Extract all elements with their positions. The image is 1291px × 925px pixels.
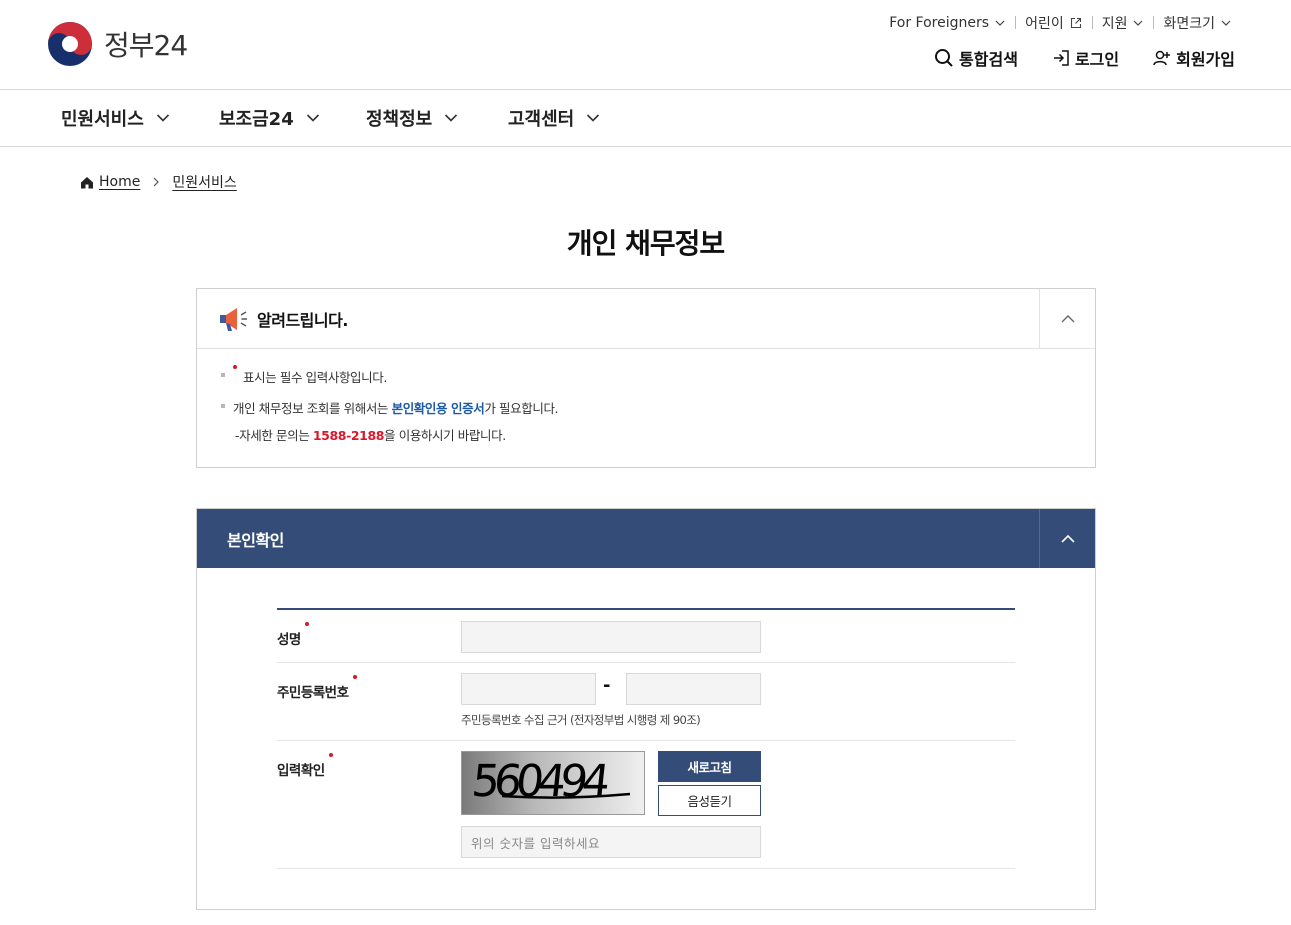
notice-text: 개인 채무정보 조회를 위해서는 [233,401,392,416]
rrn-label: 주민등록번호 [277,675,357,701]
megaphone-icon [220,307,247,331]
user-add-icon [1153,50,1171,66]
external-link-icon [1070,17,1081,29]
signup-button[interactable]: 회원가입 [1153,46,1235,70]
site-header: 정부24 For Foreigners 어린이 지원 화면크기 통합검색 로그인 [0,0,1291,90]
support-menu[interactable]: 지원 [1091,13,1154,33]
logo[interactable]: 정부24 [46,20,188,68]
notice-header: 알려드립니다. [197,289,1095,349]
search-icon [935,49,953,67]
nav-civil-services[interactable]: 민원서비스 [61,105,170,131]
chevron-down-icon [156,114,169,122]
name-row: 성명 [277,610,1015,663]
captcha-input[interactable]: 위의 숫자를 입력하세요 [461,826,761,858]
nav-label: 민원서비스 [61,109,144,130]
identity-collapse-button[interactable] [1039,509,1095,568]
rrn-legal-basis-hint: 주민등록번호 수집 근거 (전자정부법 시행령 제 90조) [461,713,701,727]
contact-phone: 1588-2188 [312,428,385,443]
captcha-row: 입력확인 560494 새로고침 음성듣기 위의 숫자를 입력하세요 [277,741,1015,869]
notice-line-certificate: 개인 채무정보 조회를 위해서는 본인확인용 인증서가 필요합니다. [221,398,1071,417]
nav-label: 고객센터 [508,109,575,130]
chevron-down-icon [445,114,458,122]
integrated-search-button[interactable]: 통합검색 [934,46,1018,70]
rrn-dash: - [603,675,611,696]
notice-text: 표시는 필수 입력사항입니다. [243,370,387,385]
rrn-row: 주민등록번호 - 주민등록번호 수집 근거 (전자정부법 시행령 제 90조) [277,663,1015,741]
logo-text: 정부24 [104,29,188,62]
breadcrumb-home[interactable]: Home [99,174,140,190]
kids-link[interactable]: 어린이 [1015,13,1092,33]
rrn-back-input[interactable] [626,673,761,705]
screen-size-menu[interactable]: 화면크기 [1153,13,1241,33]
login-label: 로그인 [1074,50,1120,69]
name-input[interactable] [461,621,761,653]
nav-customer-center[interactable]: 고객센터 [508,105,600,131]
signup-label: 회원가입 [1176,50,1235,69]
rrn-front-input[interactable] [461,673,596,705]
kids-label: 어린이 [1025,16,1064,32]
nav-policy-info[interactable]: 정책정보 [366,105,458,131]
login-icon [1053,50,1069,66]
verification-form: 성명 주민등록번호 - 주민등록번호 수집 근거 (전자정부법 시행령 제 90… [277,608,1015,869]
screen-size-label: 화면크기 [1163,16,1215,32]
chevron-down-icon [587,114,600,122]
captcha-label-text: 입력확인 [277,763,325,779]
notice-text: 가 필요합니다. [484,401,559,416]
chevron-down-icon [1221,20,1231,26]
notice-line-contact: -자세한 문의는 1588-2188을 이용하시기 바랍니다. [221,425,1071,444]
captcha-label: 입력확인 [277,753,333,779]
taegeuk-logo-icon [48,22,92,66]
home-icon [81,176,93,188]
captcha-audio-button[interactable]: 음성듣기 [658,785,761,816]
breadcrumb: Home 민원서비스 [80,172,237,192]
required-dot-icon [328,753,333,757]
chevron-down-icon [306,114,319,122]
notice-collapse-button[interactable] [1039,289,1095,348]
nav-label: 정책정보 [366,109,433,130]
required-dot-icon [352,675,357,679]
name-label: 성명 [277,622,309,648]
name-label-text: 성명 [277,632,301,648]
top-actions: 통합검색 로그인 회원가입 [900,46,1235,70]
notice-title: 알려드립니다. [257,310,348,330]
login-button[interactable]: 로그인 [1052,46,1119,70]
utility-menu: For Foreigners 어린이 지원 화면크기 [879,13,1241,33]
nav-subsidy24[interactable]: 보조금24 [219,105,320,131]
for-foreigners-menu[interactable]: For Foreigners [879,15,1015,31]
certificate-highlight: 본인확인용 인증서 [391,401,485,416]
page-title: 개인 채무정보 [566,227,725,260]
support-label: 지원 [1101,16,1128,32]
captcha-noise-line [501,792,631,799]
chevron-right-icon [153,177,160,187]
captcha-input-placeholder: 위의 숫자를 입력하세요 [471,835,600,851]
main-navigation: 민원서비스 보조금24 정책정보 고객센터 [0,90,1291,147]
notice-panel: 알려드립니다. 표시는 필수 입력사항입니다. 개인 채무정보 조회를 위해서는… [196,288,1096,468]
required-dot-icon [233,365,237,369]
captcha-image: 560494 [461,751,645,815]
notice-line-required: 표시는 필수 입력사항입니다. [221,365,1071,386]
chevron-up-icon [1061,314,1074,322]
search-label: 통합검색 [959,50,1018,69]
for-foreigners-label: For Foreigners [889,15,990,31]
required-dot-icon [304,622,309,626]
chevron-down-icon [1134,20,1143,26]
breadcrumb-current[interactable]: 민원서비스 [172,172,236,192]
notice-text: 을 이용하시기 바랍니다. [384,428,506,443]
rrn-label-text: 주민등록번호 [277,685,349,701]
identity-verification-panel: 본인확인 성명 주민등록번호 - 주민등록번호 수집 근거 (전자정부법 시행령… [196,508,1096,910]
identity-verification-title: 본인확인 [227,530,284,550]
nav-label: 보조금24 [219,109,294,130]
chevron-up-icon [1060,534,1075,543]
captcha-refresh-button[interactable]: 새로고침 [658,751,761,782]
notice-text: 자세한 문의는 [239,428,313,443]
chevron-down-icon [995,20,1005,26]
identity-verification-header: 본인확인 [197,509,1095,568]
notice-body: 표시는 필수 입력사항입니다. 개인 채무정보 조회를 위해서는 본인확인용 인… [197,349,1095,462]
